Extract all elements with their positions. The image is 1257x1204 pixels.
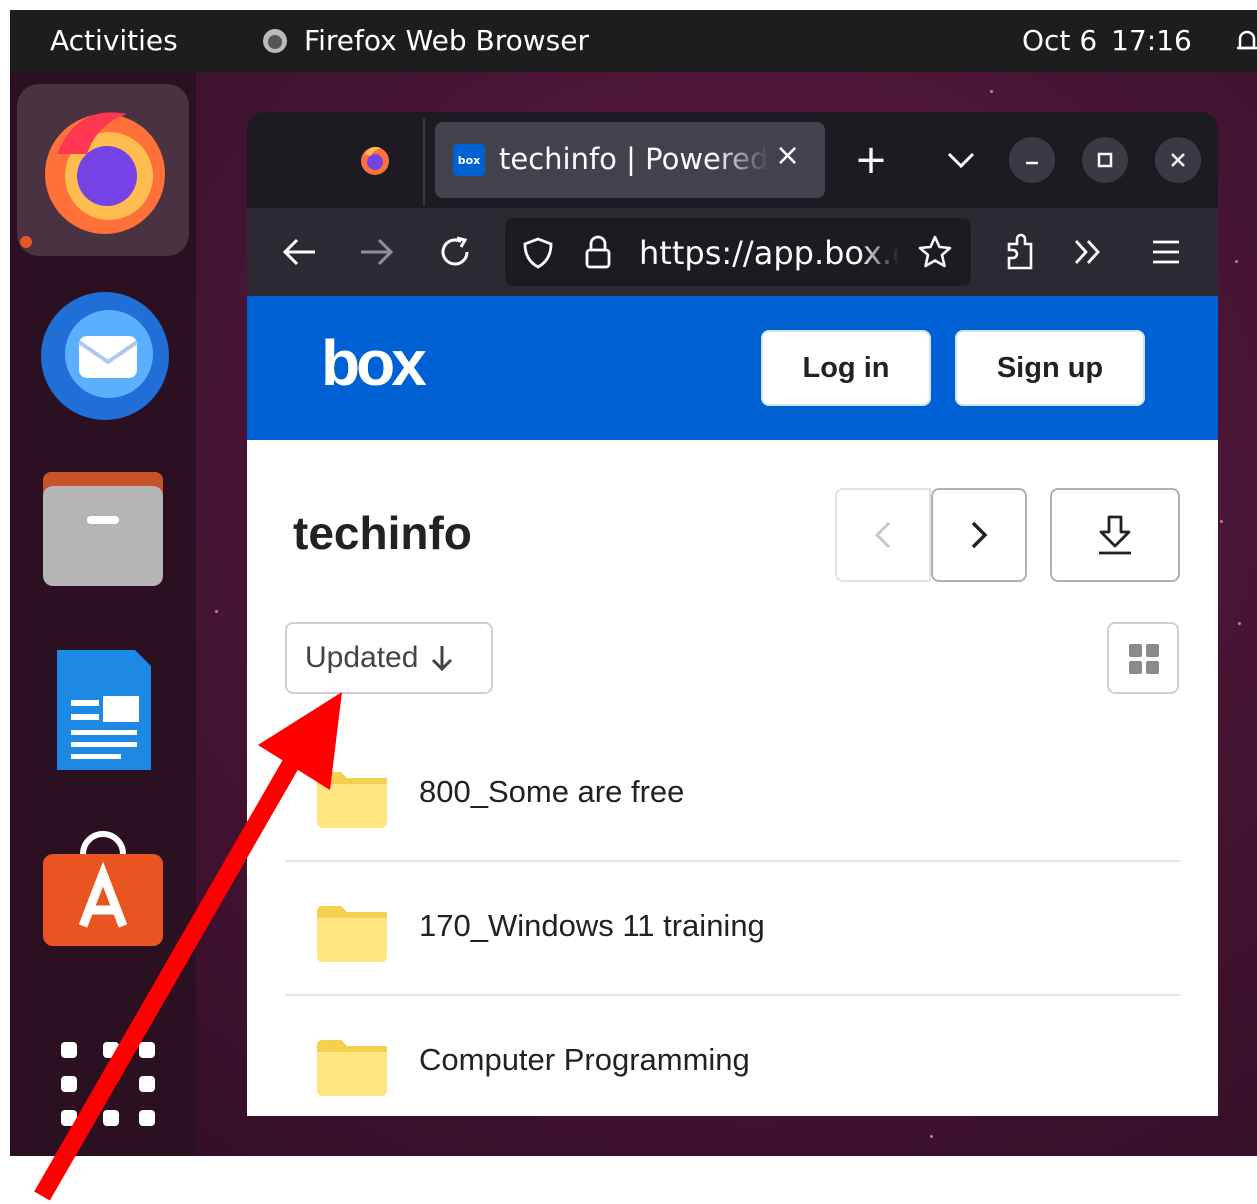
star-decoration <box>215 610 218 613</box>
maximize-icon <box>1097 152 1113 168</box>
tab-bar: box techinfo | Powered by Box × + <box>247 112 1218 208</box>
previous-button[interactable] <box>835 488 931 582</box>
clock[interactable]: Oct 6 17:16 <box>1022 24 1192 57</box>
arrow-down-icon <box>432 646 453 672</box>
star-decoration <box>1238 622 1241 625</box>
url-text[interactable]: https://app.box.com <box>639 234 899 272</box>
dock-software[interactable] <box>17 802 189 974</box>
bookmark-star-icon[interactable] <box>917 234 953 270</box>
sort-updated-button[interactable]: Updated <box>285 622 493 694</box>
folder-row[interactable]: Computer Programming <box>285 996 1180 1116</box>
forward-arrow-icon[interactable] <box>359 236 395 268</box>
dock-firefox[interactable] <box>17 84 189 256</box>
app-menu[interactable]: Firefox Web Browser <box>304 24 589 57</box>
folder-icon <box>317 1040 387 1096</box>
top-bar: Activities Firefox Web Browser Oct 6 17:1… <box>10 10 1257 72</box>
activities-button[interactable]: Activities <box>50 24 178 57</box>
new-tab-button[interactable]: + <box>853 132 889 188</box>
nav-toolbar: https://app.box.com <box>247 208 1218 296</box>
list-tabs-button[interactable] <box>939 136 983 184</box>
software-icon <box>43 831 163 946</box>
running-indicator <box>20 236 32 248</box>
chevron-right-icon <box>971 521 988 549</box>
folder-list: 800_Some are free 170_Windows 11 training… <box>285 728 1180 1116</box>
close-window-button[interactable] <box>1155 137 1201 183</box>
firefox-view-icon[interactable] <box>357 142 393 178</box>
log-in-button[interactable]: Log in <box>761 330 931 406</box>
web-page: box Log in Sign up techinfo Updated 800_… <box>247 296 1218 1116</box>
grid-view-button[interactable] <box>1107 622 1179 694</box>
firefox-window: box techinfo | Powered by Box × + https:… <box>247 112 1218 1116</box>
dock-thunderbird[interactable] <box>17 264 189 436</box>
hamburger-menu-icon[interactable] <box>1151 238 1181 266</box>
writer-icon <box>57 650 151 770</box>
star-decoration <box>1235 260 1238 263</box>
maximize-button[interactable] <box>1082 137 1128 183</box>
box-logo[interactable]: box <box>321 326 427 400</box>
folder-row[interactable]: 170_Windows 11 training <box>285 862 1180 996</box>
download-button[interactable] <box>1050 488 1180 582</box>
sign-up-button[interactable]: Sign up <box>955 330 1145 406</box>
minimize-button[interactable] <box>1009 137 1055 183</box>
folder-title: techinfo <box>293 507 472 559</box>
chevron-left-icon <box>874 521 891 549</box>
tab-separator <box>423 118 425 206</box>
close-icon <box>1171 153 1185 167</box>
bell-icon[interactable] <box>1232 26 1257 56</box>
firefox-small-icon <box>263 29 287 53</box>
clock-time: 17:16 <box>1111 24 1192 57</box>
star-decoration <box>930 1135 933 1138</box>
extensions-icon[interactable] <box>1003 232 1037 272</box>
minimize-icon <box>1026 161 1038 165</box>
download-icon <box>1099 515 1131 555</box>
tab-techinfo[interactable]: box techinfo | Powered by Box × <box>435 122 825 198</box>
firefox-icon <box>45 112 165 234</box>
clock-date: Oct 6 <box>1022 24 1098 57</box>
files-icon <box>43 472 163 586</box>
tab-close-icon[interactable]: × <box>775 138 800 173</box>
reload-icon[interactable] <box>437 234 473 270</box>
thunderbird-icon <box>41 292 169 420</box>
dock-app-grid[interactable] <box>17 1002 189 1174</box>
folder-name[interactable]: Computer Programming <box>419 1042 750 1078</box>
folder-name[interactable]: 800_Some are free <box>419 774 684 810</box>
folder-row[interactable]: 800_Some are free <box>285 728 1180 862</box>
tab-title: techinfo | Powered by Box <box>499 142 769 176</box>
overflow-chevrons-icon[interactable] <box>1073 238 1103 266</box>
next-button[interactable] <box>931 488 1027 582</box>
url-bar[interactable]: https://app.box.com <box>505 218 971 286</box>
dock <box>10 72 196 1156</box>
back-arrow-icon[interactable] <box>281 236 317 268</box>
star-decoration <box>1220 520 1223 523</box>
sort-label: Updated <box>305 641 419 674</box>
shield-icon[interactable] <box>521 236 555 270</box>
box-favicon-icon: box <box>453 144 485 176</box>
app-grid-icon <box>61 1042 155 1126</box>
folder-name[interactable]: 170_Windows 11 training <box>419 908 765 944</box>
box-header: box Log in Sign up <box>247 296 1218 440</box>
folder-icon <box>317 772 387 828</box>
dock-files[interactable] <box>17 442 189 614</box>
folder-icon <box>317 906 387 962</box>
chevron-down-icon <box>947 152 975 169</box>
lock-icon[interactable] <box>583 234 613 270</box>
star-decoration <box>990 90 993 93</box>
dock-writer[interactable] <box>17 620 189 792</box>
